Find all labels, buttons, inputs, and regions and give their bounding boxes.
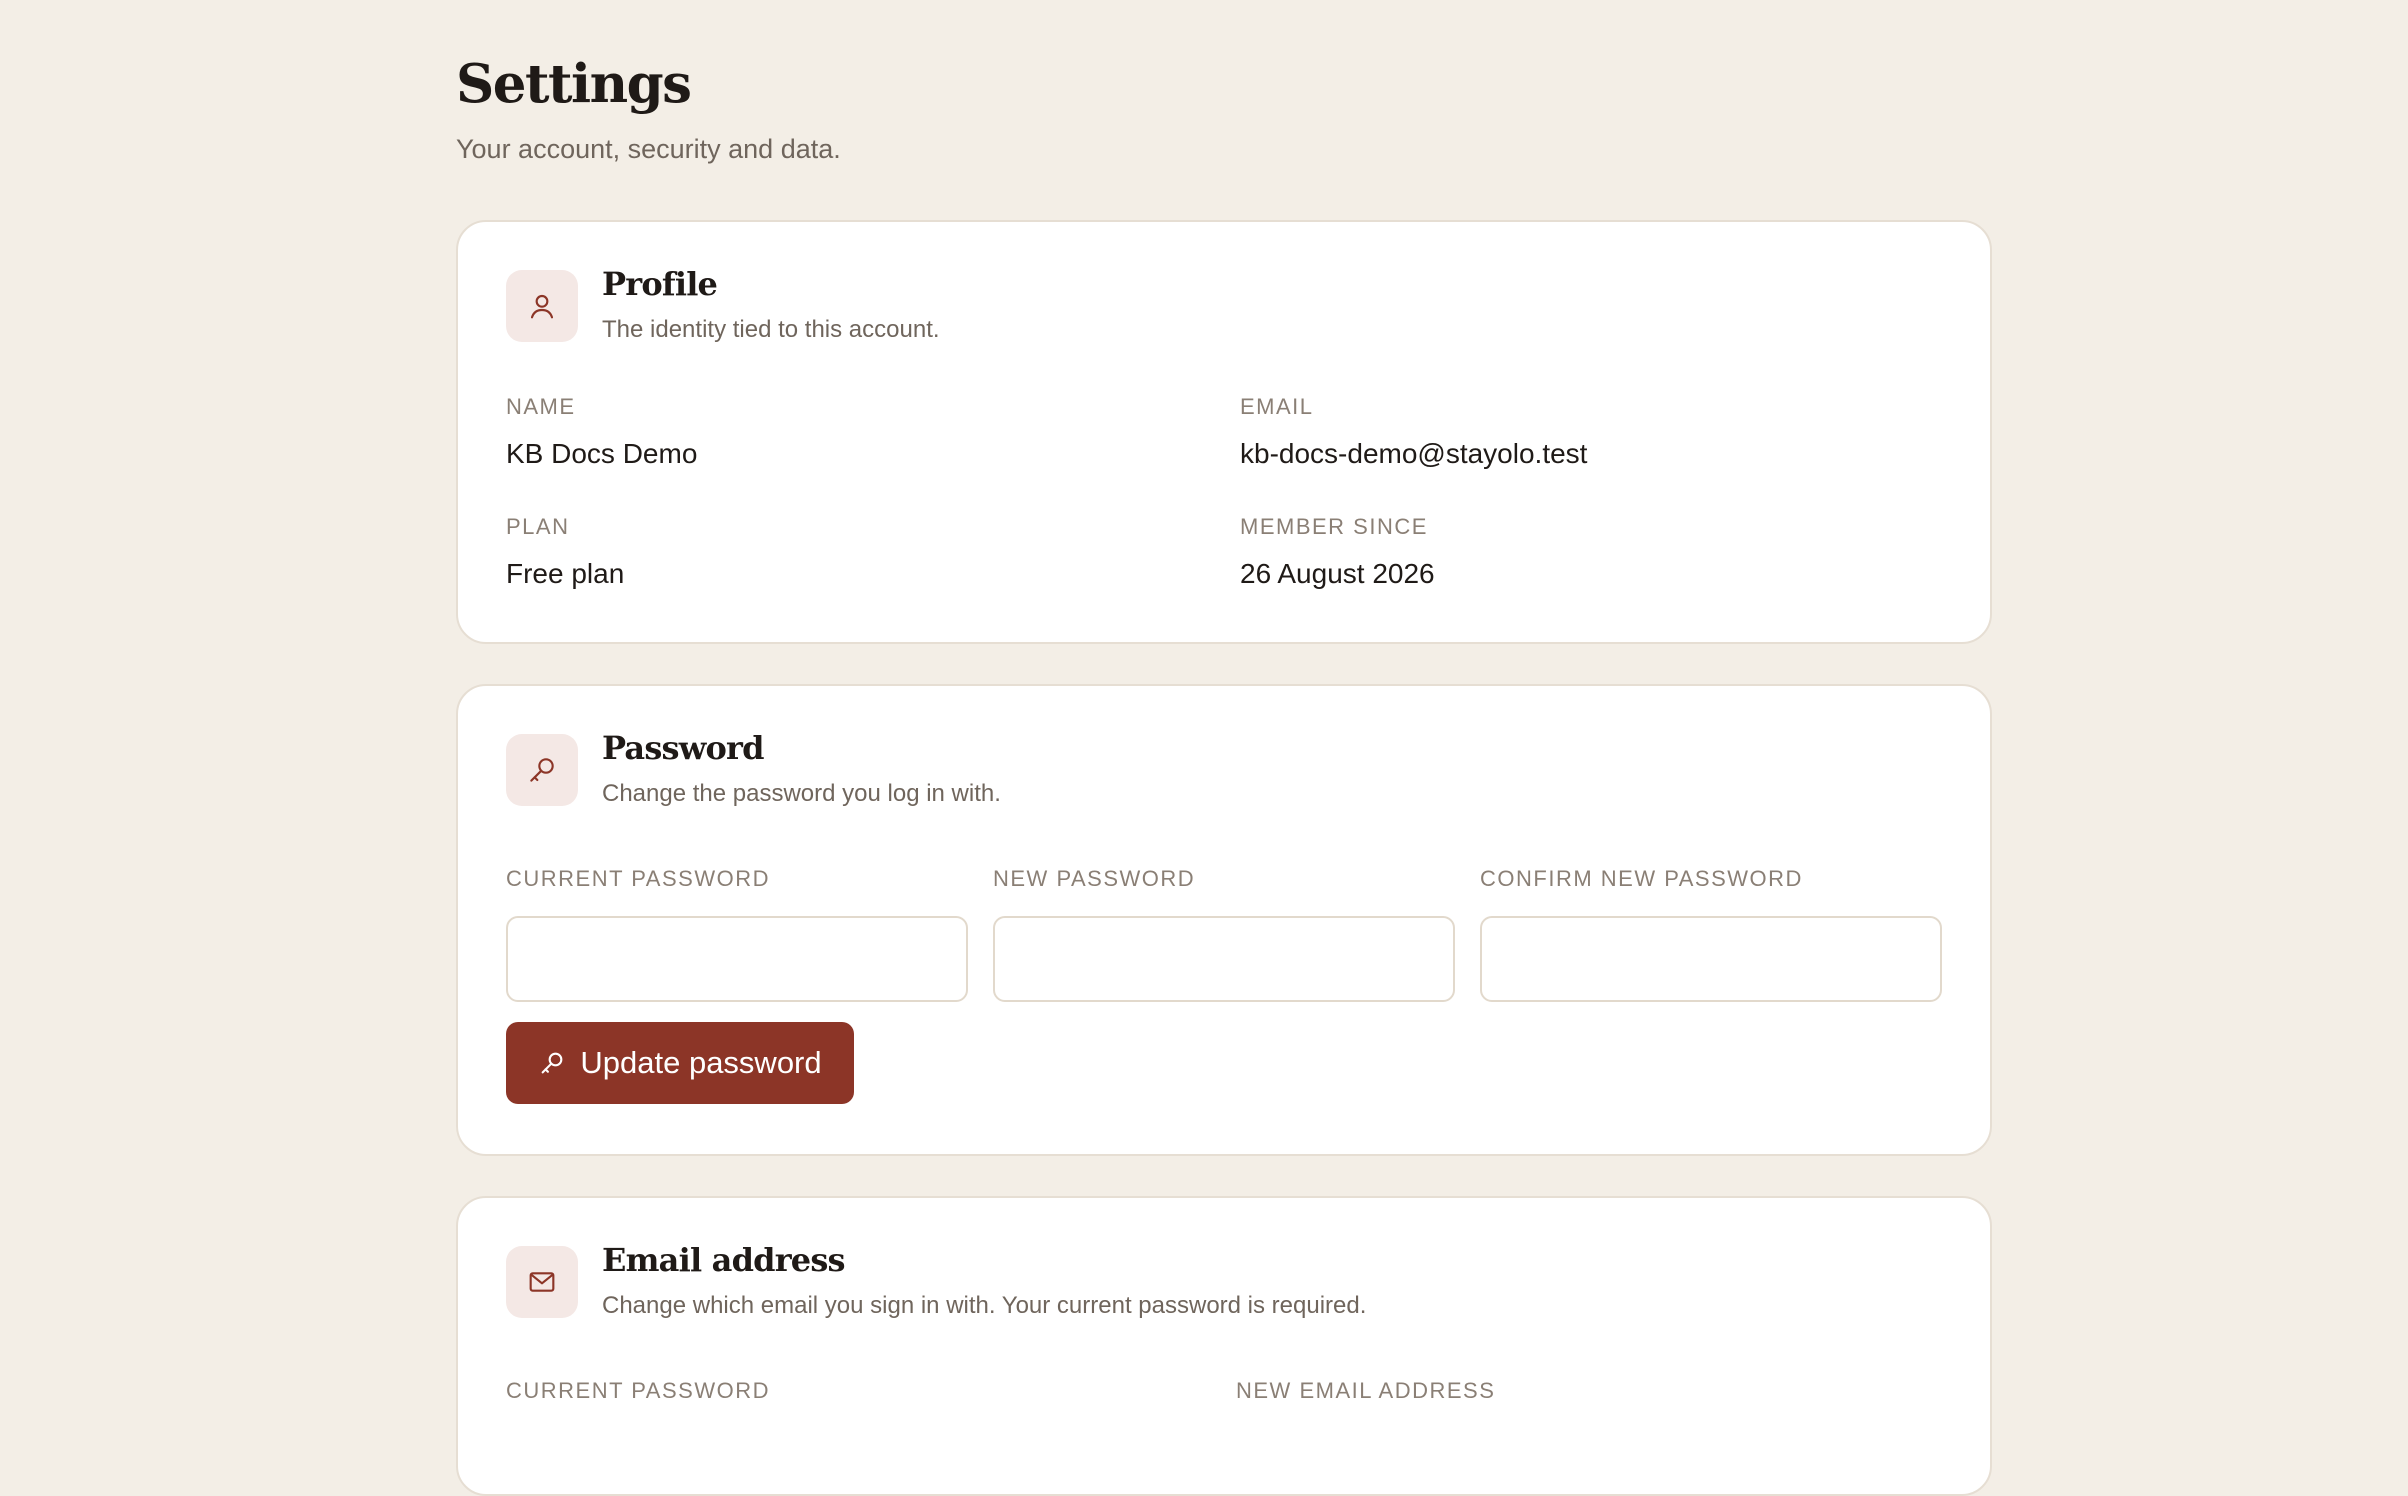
member-since-value: 26 August 2026 xyxy=(1240,558,1435,589)
page-subtitle: Your account, security and data. xyxy=(456,134,841,164)
email-value: kb-docs-demo@stayolo.test xyxy=(1240,438,1588,469)
email-address-title: Email address xyxy=(602,1241,846,1279)
plan-label: PLAN xyxy=(506,514,570,539)
new-password-input[interactable] xyxy=(993,916,1455,1002)
current-password-input[interactable] xyxy=(506,916,968,1002)
password-description: Change the password you log in with. xyxy=(602,780,1001,807)
confirm-new-password-input[interactable] xyxy=(1480,916,1942,1002)
plan-value: Free plan xyxy=(506,558,625,589)
user-icon xyxy=(506,270,578,342)
name-value: KB Docs Demo xyxy=(506,438,698,469)
new-password-label: NEW PASSWORD xyxy=(993,866,1196,891)
email-address-card: Email address Change which email you sig… xyxy=(456,1196,1992,1496)
update-password-label: Update password xyxy=(580,1045,822,1080)
name-label: NAME xyxy=(506,394,576,419)
key-icon xyxy=(541,1052,563,1074)
page-title: Settings xyxy=(456,53,692,115)
mail-icon xyxy=(506,1246,578,1318)
new-email-address-label: NEW EMAIL ADDRESS xyxy=(1236,1378,1496,1403)
email-address-description: Change which email you sign in with. You… xyxy=(602,1292,1367,1319)
key-icon xyxy=(506,734,578,806)
password-card: Password Change the password you log in … xyxy=(456,684,1992,1156)
email-label: EMAIL xyxy=(1240,394,1314,419)
password-title: Password xyxy=(602,729,765,767)
profile-title: Profile xyxy=(602,265,718,303)
confirm-new-password-label: CONFIRM NEW PASSWORD xyxy=(1480,866,1803,891)
profile-card: Profile The identity tied to this accoun… xyxy=(456,220,1992,644)
member-since-label: MEMBER SINCE xyxy=(1240,514,1428,539)
update-password-button[interactable]: Update password xyxy=(506,1022,854,1104)
profile-description: The identity tied to this account. xyxy=(602,316,940,343)
email-current-password-label: CURRENT PASSWORD xyxy=(506,1378,770,1403)
current-password-label: CURRENT PASSWORD xyxy=(506,866,770,891)
